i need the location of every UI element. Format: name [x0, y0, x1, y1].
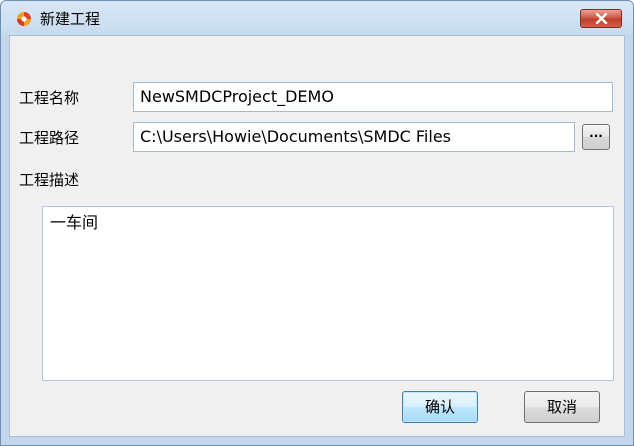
browse-button[interactable]: ...: [582, 124, 610, 150]
cancel-button[interactable]: 取消: [524, 391, 600, 423]
close-icon: [595, 13, 608, 24]
project-description-label: 工程描述: [19, 171, 80, 189]
confirm-button[interactable]: 确认: [402, 391, 478, 423]
new-project-dialog: 新建工程 工程名称 NewSMDCProject_DEMO 工程路径 C:\Us…: [0, 0, 634, 446]
project-description-input[interactable]: 一车间: [42, 206, 614, 381]
project-name-input[interactable]: NewSMDCProject_DEMO: [133, 82, 613, 112]
dialog-body: 工程名称 NewSMDCProject_DEMO 工程路径 C:\Users\H…: [9, 35, 625, 437]
project-path-label: 工程路径: [19, 129, 80, 147]
title-bar[interactable]: 新建工程: [1, 1, 633, 35]
close-button[interactable]: [580, 9, 622, 28]
window-title: 新建工程: [40, 10, 101, 28]
project-name-label: 工程名称: [19, 89, 80, 107]
project-path-input[interactable]: C:\Users\Howie\Documents\SMDC Files: [133, 122, 575, 152]
app-logo-icon: [16, 11, 32, 27]
